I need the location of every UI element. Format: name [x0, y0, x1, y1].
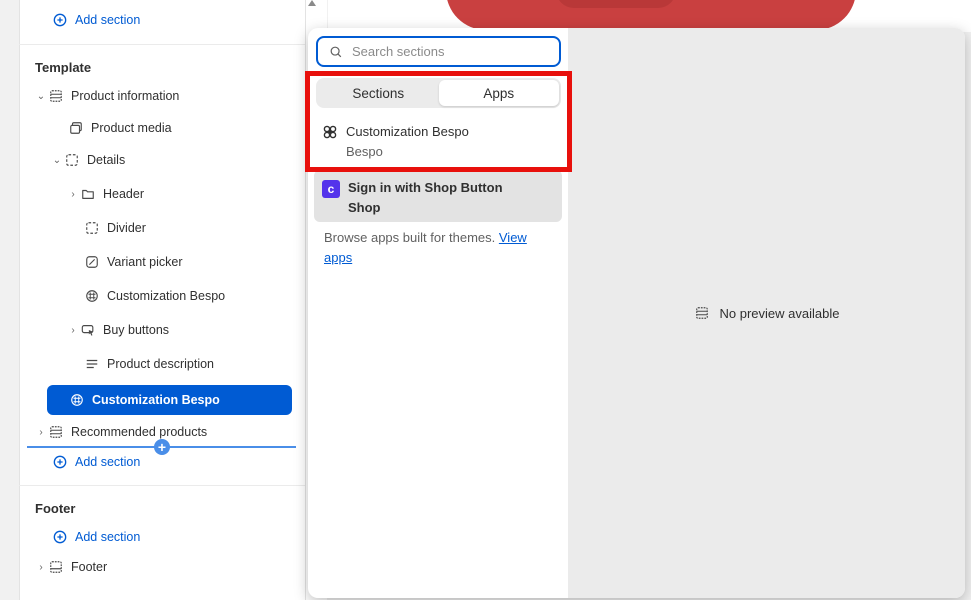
footer-group-title: Footer [35, 501, 76, 516]
sidebar-item-customization-bespo-selected[interactable]: Customization Bespo [47, 385, 292, 415]
app-name: Sign in with Shop Button [348, 180, 503, 195]
search-field[interactable] [316, 36, 561, 67]
section-icon [48, 88, 64, 104]
sidebar-item-label: Header [103, 187, 144, 201]
folder-icon [80, 186, 96, 202]
add-section-button-header[interactable]: Add section [52, 8, 140, 32]
bespo-app-icon [84, 288, 100, 304]
chevron-right-icon[interactable]: › [34, 562, 48, 573]
footer-section-icon [48, 559, 64, 575]
button-click-icon [80, 322, 96, 338]
no-preview-text: No preview available [719, 305, 840, 321]
insert-plus-icon[interactable]: + [154, 439, 170, 455]
sidebar-item-divider[interactable]: Divider [84, 216, 146, 240]
section-icon [694, 305, 710, 321]
add-section-button-template[interactable]: Add section [52, 450, 140, 474]
sidebar-item-product-description[interactable]: Product description [84, 352, 214, 376]
add-section-label: Add section [75, 530, 141, 544]
block-group-icon [84, 220, 100, 236]
sidebar-item-label: Product information [71, 89, 180, 103]
chevron-down-icon[interactable]: ⌄ [50, 155, 64, 166]
sidebar-item-buy-buttons[interactable]: › Buy buttons [66, 318, 169, 342]
chevron-right-icon[interactable]: › [66, 189, 80, 200]
divider [19, 485, 305, 486]
browse-apps-label: Browse apps built for themes. [324, 230, 496, 245]
shop-icon: с [322, 180, 340, 198]
sidebar-item-header[interactable]: › Header [66, 182, 144, 206]
media-icon [68, 120, 84, 136]
divider [19, 44, 305, 45]
sidebar-item-label: Customization Bespo [92, 393, 220, 407]
sidebar-item-details[interactable]: ⌄ Details [50, 148, 125, 172]
section-preview-pane: No preview available [568, 28, 965, 598]
sidebar-item-label: Footer [71, 560, 108, 574]
sidebar-item-label: Customization Bespo [107, 289, 226, 303]
sidebar-item-footer[interactable]: › Footer [34, 555, 107, 579]
search-input[interactable] [352, 44, 542, 59]
text-lines-icon [84, 356, 100, 372]
add-section-label: Add section [75, 455, 141, 469]
template-group-title: Template [35, 60, 92, 75]
search-icon [328, 44, 344, 60]
chevron-down-icon[interactable]: ⌄ [34, 91, 48, 102]
add-section-label: Add section [75, 13, 141, 27]
block-group-icon [64, 152, 80, 168]
sidebar-item-label: Product description [107, 357, 215, 371]
variant-icon [84, 254, 100, 270]
app-vendor: Shop [348, 200, 381, 215]
chevron-right-icon[interactable]: › [34, 427, 48, 438]
sidebar-item-recommended-products[interactable]: › Recommended products [34, 420, 207, 444]
chevron-right-icon[interactable]: › [66, 325, 80, 336]
plus-circle-icon [52, 529, 68, 545]
sidebar-item-product-media[interactable]: Product media [68, 116, 172, 140]
plus-circle-icon [52, 12, 68, 28]
browse-apps-text: Browse apps built for themes. View apps [324, 228, 556, 268]
section-icon [48, 424, 64, 440]
add-section-button-footer[interactable]: Add section [52, 525, 140, 549]
sidebar-item-label: Variant picker [107, 255, 183, 269]
plus-circle-icon [52, 454, 68, 470]
sidebar-item-label: Buy buttons [103, 323, 170, 337]
sidebar-item-label: Product media [91, 121, 172, 135]
sidebar-item-label: Recommended products [71, 425, 208, 439]
sidebar-item-label: Divider [107, 221, 146, 235]
sidebar-item-product-information[interactable]: ⌄ Product information [34, 84, 180, 108]
sidebar-item-customization-bespo[interactable]: Customization Bespo [84, 284, 225, 308]
scroll-up-arrow-icon[interactable] [306, 0, 316, 6]
sidebar-item-variant-picker[interactable]: Variant picker [84, 250, 183, 274]
sidebar-item-label: Details [87, 153, 126, 167]
highlight-annotation-box [305, 71, 572, 172]
bespo-app-icon [69, 392, 85, 408]
app-item-sign-in-with-shop[interactable]: с Sign in with Shop Button Shop [314, 170, 562, 222]
